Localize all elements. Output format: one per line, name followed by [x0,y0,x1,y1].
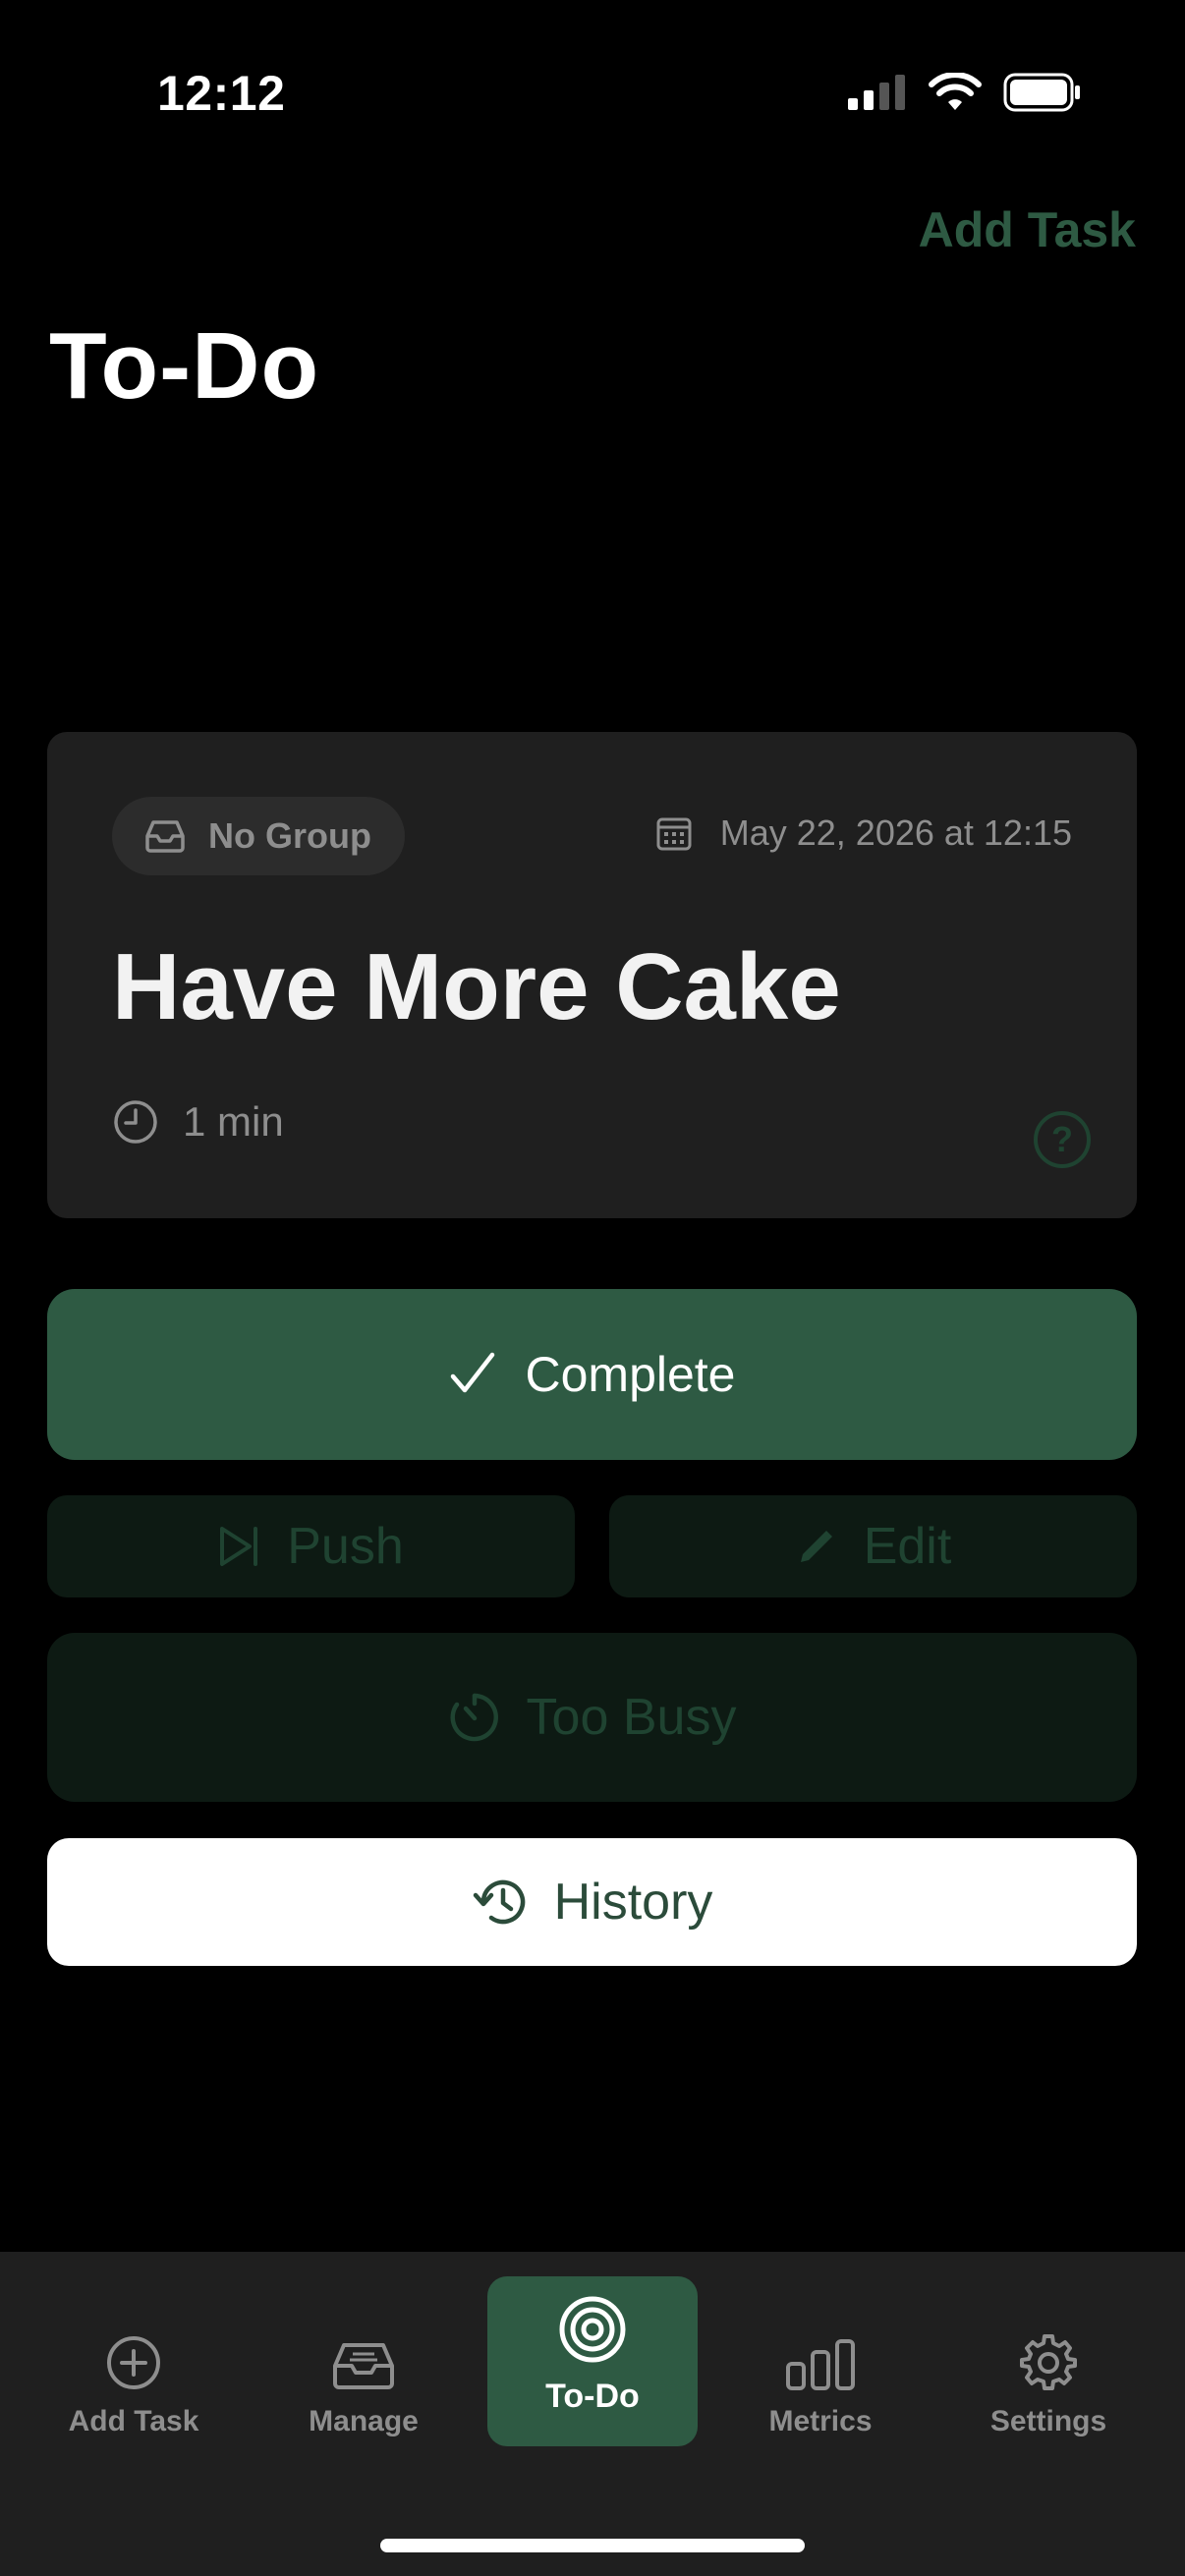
gear-icon [1020,2334,1077,2390]
add-task-link[interactable]: Add Task [919,201,1136,258]
page-title: To-Do [49,313,320,419]
pencil-icon [800,1531,832,1562]
task-date: May 22, 2026 at 12:15 [655,812,1072,854]
tab-metrics-label: Metrics [768,2405,873,2437]
status-icons [848,73,1082,112]
tab-add-task[interactable]: Add Task [55,2323,212,2438]
group-label: No Group [208,815,371,856]
status-time: 12:12 [157,66,286,121]
tab-metrics[interactable]: Metrics [742,2323,899,2438]
tab-todo-label: To-Do [545,2378,640,2415]
svg-text:?: ? [1051,1119,1073,1159]
too-busy-label: Too Busy [526,1689,737,1746]
tab-manage[interactable]: Manage [285,2323,442,2438]
skip-forward-icon [220,1527,258,1566]
tab-settings-label: Settings [989,2405,1107,2437]
date-label: May 22, 2026 at 12:15 [719,812,1072,853]
tray-icon [333,2343,394,2389]
history-label: History [553,1874,713,1931]
wifi-icon [929,73,982,110]
task-duration: 1 min [112,1098,284,1146]
clock-icon [114,1100,157,1144]
calendar-icon [656,817,692,851]
edit-label: Edit [863,1518,952,1575]
task-title: Have More Cake [112,934,841,1039]
duration-label: 1 min [183,1098,284,1145]
help-icon[interactable]: ? [1033,1110,1092,1169]
tab-add-task-label: Add Task [68,2405,199,2437]
timer-icon [450,1693,498,1742]
tab-bar: Add Task Manage To-Do Metrics Settings [0,2252,1185,2576]
complete-button[interactable]: Complete [47,1289,1137,1460]
push-label: Push [287,1518,404,1575]
too-busy-button[interactable]: Too Busy [47,1633,1137,1802]
edit-button[interactable]: Edit [609,1495,1137,1597]
push-button[interactable]: Push [47,1495,575,1597]
tab-todo[interactable]: To-Do [514,2295,671,2416]
checkmark-icon [450,1352,494,1393]
tab-settings[interactable]: Settings [970,2323,1127,2438]
cellular-signal-icon [848,75,905,110]
complete-label: Complete [525,1347,736,1402]
group-badge[interactable]: No Group [112,797,405,875]
tab-manage-label: Manage [309,2405,419,2437]
plus-circle-icon [107,2336,160,2389]
battery-icon [1003,73,1080,112]
bar-chart-icon [786,2339,855,2390]
home-indicator [380,2539,805,2552]
target-icon [559,2296,626,2363]
tray-icon [145,820,185,853]
history-button[interactable]: History [47,1838,1137,1966]
history-icon [473,1879,525,1925]
task-card: No Group May 22, 2026 at 12:15 Have More… [47,732,1137,1218]
